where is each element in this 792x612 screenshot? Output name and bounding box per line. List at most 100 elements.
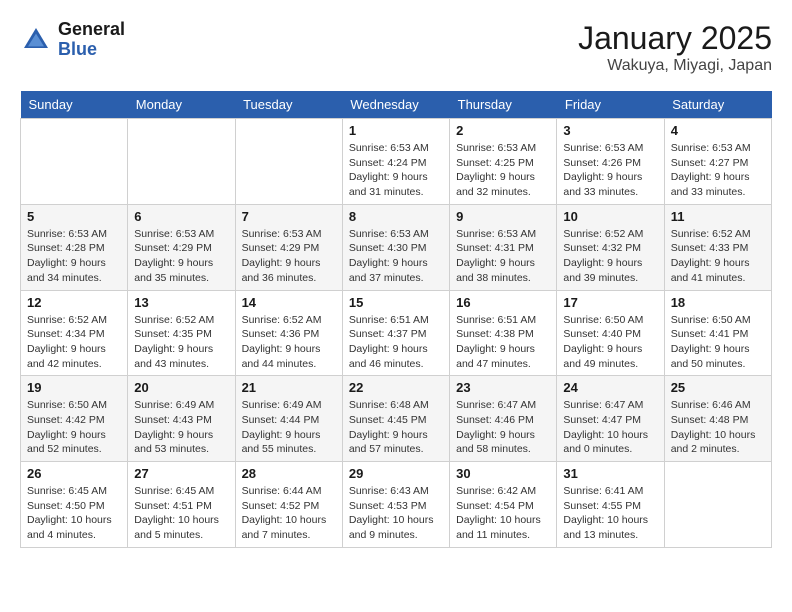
calendar-table: SundayMondayTuesdayWednesdayThursdayFrid… [20, 91, 772, 548]
day-info: Sunrise: 6:51 AM Sunset: 4:38 PM Dayligh… [456, 313, 550, 372]
day-number: 10 [563, 209, 657, 224]
logo-icon [20, 24, 52, 56]
day-info: Sunrise: 6:53 AM Sunset: 4:28 PM Dayligh… [27, 227, 121, 286]
day-info: Sunrise: 6:49 AM Sunset: 4:44 PM Dayligh… [242, 398, 336, 457]
day-number: 22 [349, 380, 443, 395]
day-info: Sunrise: 6:45 AM Sunset: 4:50 PM Dayligh… [27, 484, 121, 543]
day-number: 16 [456, 295, 550, 310]
week-row-4: 19 Sunrise: 6:50 AM Sunset: 4:42 PM Dayli… [21, 376, 772, 462]
day-info: Sunrise: 6:53 AM Sunset: 4:27 PM Dayligh… [671, 141, 765, 200]
title-area: January 2025 Wakuya, Miyagi, Japan [578, 20, 772, 75]
day-info: Sunrise: 6:41 AM Sunset: 4:55 PM Dayligh… [563, 484, 657, 543]
day-number: 24 [563, 380, 657, 395]
calendar-cell [235, 119, 342, 205]
day-info: Sunrise: 6:47 AM Sunset: 4:46 PM Dayligh… [456, 398, 550, 457]
calendar-cell [664, 462, 771, 548]
day-number: 23 [456, 380, 550, 395]
day-number: 25 [671, 380, 765, 395]
calendar-cell: 30Sunrise: 6:42 AM Sunset: 4:54 PM Dayli… [450, 462, 557, 548]
day-number: 31 [563, 466, 657, 481]
calendar-cell: 2 Sunrise: 6:53 AM Sunset: 4:25 PM Daylig… [450, 119, 557, 205]
calendar-cell: 15 Sunrise: 6:51 AM Sunset: 4:37 PM Dayli… [342, 290, 449, 376]
day-info: Sunrise: 6:44 AM Sunset: 4:52 PM Dayligh… [242, 484, 336, 543]
day-info: Sunrise: 6:52 AM Sunset: 4:34 PM Dayligh… [27, 313, 121, 372]
weekday-header-row: SundayMondayTuesdayWednesdayThursdayFrid… [21, 91, 772, 119]
day-number: 5 [27, 209, 121, 224]
calendar-cell [128, 119, 235, 205]
week-row-5: 26 Sunrise: 6:45 AM Sunset: 4:50 PM Dayli… [21, 462, 772, 548]
day-info: Sunrise: 6:52 AM Sunset: 4:36 PM Dayligh… [242, 313, 336, 372]
weekday-friday: Friday [557, 91, 664, 119]
day-number: 17 [563, 295, 657, 310]
logo-general-text: General [58, 20, 125, 40]
calendar-cell: 14Sunrise: 6:52 AM Sunset: 4:36 PM Dayli… [235, 290, 342, 376]
day-info: Sunrise: 6:43 AM Sunset: 4:53 PM Dayligh… [349, 484, 443, 543]
day-number: 19 [27, 380, 121, 395]
calendar-cell: 10 Sunrise: 6:52 AM Sunset: 4:32 PM Dayli… [557, 204, 664, 290]
day-number: 2 [456, 123, 550, 138]
day-number: 12 [27, 295, 121, 310]
day-number: 9 [456, 209, 550, 224]
day-info: Sunrise: 6:53 AM Sunset: 4:29 PM Dayligh… [134, 227, 228, 286]
calendar-cell [21, 119, 128, 205]
day-number: 6 [134, 209, 228, 224]
calendar-cell: 23 Sunrise: 6:47 AM Sunset: 4:46 PM Dayli… [450, 376, 557, 462]
calendar-cell: 22Sunrise: 6:48 AM Sunset: 4:45 PM Dayli… [342, 376, 449, 462]
calendar-cell: 8 Sunrise: 6:53 AM Sunset: 4:30 PM Daylig… [342, 204, 449, 290]
day-info: Sunrise: 6:53 AM Sunset: 4:29 PM Dayligh… [242, 227, 336, 286]
week-row-3: 12 Sunrise: 6:52 AM Sunset: 4:34 PM Dayli… [21, 290, 772, 376]
weekday-tuesday: Tuesday [235, 91, 342, 119]
calendar-cell: 21Sunrise: 6:49 AM Sunset: 4:44 PM Dayli… [235, 376, 342, 462]
day-info: Sunrise: 6:50 AM Sunset: 4:42 PM Dayligh… [27, 398, 121, 457]
day-number: 4 [671, 123, 765, 138]
day-number: 28 [242, 466, 336, 481]
weekday-thursday: Thursday [450, 91, 557, 119]
day-info: Sunrise: 6:53 AM Sunset: 4:26 PM Dayligh… [563, 141, 657, 200]
day-number: 29 [349, 466, 443, 481]
day-number: 15 [349, 295, 443, 310]
day-info: Sunrise: 6:52 AM Sunset: 4:35 PM Dayligh… [134, 313, 228, 372]
calendar-cell: 9 Sunrise: 6:53 AM Sunset: 4:31 PM Daylig… [450, 204, 557, 290]
header: General Blue January 2025 Wakuya, Miyagi… [20, 20, 772, 75]
day-number: 20 [134, 380, 228, 395]
calendar-cell: 27Sunrise: 6:45 AM Sunset: 4:51 PM Dayli… [128, 462, 235, 548]
day-info: Sunrise: 6:45 AM Sunset: 4:51 PM Dayligh… [134, 484, 228, 543]
day-info: Sunrise: 6:52 AM Sunset: 4:32 PM Dayligh… [563, 227, 657, 286]
weekday-wednesday: Wednesday [342, 91, 449, 119]
calendar-cell: 20 Sunrise: 6:49 AM Sunset: 4:43 PM Dayli… [128, 376, 235, 462]
day-info: Sunrise: 6:53 AM Sunset: 4:31 PM Dayligh… [456, 227, 550, 286]
logo: General Blue [20, 20, 125, 60]
day-info: Sunrise: 6:51 AM Sunset: 4:37 PM Dayligh… [349, 313, 443, 372]
calendar-cell: 13 Sunrise: 6:52 AM Sunset: 4:35 PM Dayli… [128, 290, 235, 376]
location-title: Wakuya, Miyagi, Japan [578, 57, 772, 75]
calendar-cell: 16 Sunrise: 6:51 AM Sunset: 4:38 PM Dayli… [450, 290, 557, 376]
day-info: Sunrise: 6:50 AM Sunset: 4:41 PM Dayligh… [671, 313, 765, 372]
calendar-cell: 19 Sunrise: 6:50 AM Sunset: 4:42 PM Dayli… [21, 376, 128, 462]
day-number: 1 [349, 123, 443, 138]
day-info: Sunrise: 6:53 AM Sunset: 4:25 PM Dayligh… [456, 141, 550, 200]
weekday-saturday: Saturday [664, 91, 771, 119]
day-info: Sunrise: 6:53 AM Sunset: 4:30 PM Dayligh… [349, 227, 443, 286]
calendar-cell: 5 Sunrise: 6:53 AM Sunset: 4:28 PM Daylig… [21, 204, 128, 290]
week-row-2: 5 Sunrise: 6:53 AM Sunset: 4:28 PM Daylig… [21, 204, 772, 290]
calendar-cell: 29 Sunrise: 6:43 AM Sunset: 4:53 PM Dayli… [342, 462, 449, 548]
day-number: 7 [242, 209, 336, 224]
day-info: Sunrise: 6:47 AM Sunset: 4:47 PM Dayligh… [563, 398, 657, 457]
day-number: 13 [134, 295, 228, 310]
calendar-cell: 12 Sunrise: 6:52 AM Sunset: 4:34 PM Dayli… [21, 290, 128, 376]
calendar-cell: 1 Sunrise: 6:53 AM Sunset: 4:24 PM Daylig… [342, 119, 449, 205]
calendar-cell: 4 Sunrise: 6:53 AM Sunset: 4:27 PM Daylig… [664, 119, 771, 205]
calendar-cell: 24 Sunrise: 6:47 AM Sunset: 4:47 PM Dayli… [557, 376, 664, 462]
day-number: 18 [671, 295, 765, 310]
day-info: Sunrise: 6:50 AM Sunset: 4:40 PM Dayligh… [563, 313, 657, 372]
day-info: Sunrise: 6:53 AM Sunset: 4:24 PM Dayligh… [349, 141, 443, 200]
calendar-cell: 3Sunrise: 6:53 AM Sunset: 4:26 PM Daylig… [557, 119, 664, 205]
weekday-monday: Monday [128, 91, 235, 119]
weekday-sunday: Sunday [21, 91, 128, 119]
week-row-1: 1 Sunrise: 6:53 AM Sunset: 4:24 PM Daylig… [21, 119, 772, 205]
day-number: 8 [349, 209, 443, 224]
calendar-cell: 31 Sunrise: 6:41 AM Sunset: 4:55 PM Dayli… [557, 462, 664, 548]
calendar-cell: 28 Sunrise: 6:44 AM Sunset: 4:52 PM Dayli… [235, 462, 342, 548]
day-number: 26 [27, 466, 121, 481]
day-info: Sunrise: 6:49 AM Sunset: 4:43 PM Dayligh… [134, 398, 228, 457]
